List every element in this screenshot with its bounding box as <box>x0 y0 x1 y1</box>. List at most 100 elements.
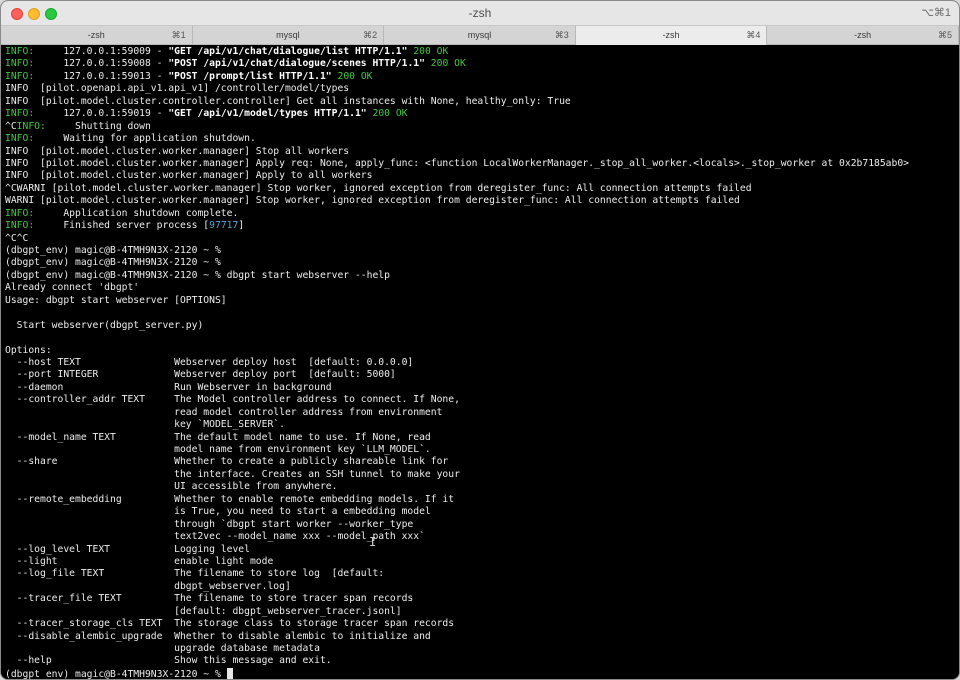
terminal-line: read model controller address from envir… <box>5 407 959 419</box>
terminal-text: --host TEXT Webserver deploy host [defau… <box>5 356 414 368</box>
terminal-text: 127.0.0.1:59008 - <box>34 58 169 70</box>
tab-3[interactable]: mysql ⌘3 <box>384 26 576 45</box>
terminal-line: INFO: 127.0.0.1:59009 - "GET /api/v1/cha… <box>5 46 959 58</box>
terminal-output[interactable]: INFO: 127.0.0.1:59009 - "GET /api/v1/cha… <box>1 45 959 680</box>
terminal-line: INFO [pilot.model.cluster.worker.manager… <box>5 158 959 170</box>
terminal-text: INFO [pilot.openapi.api_v1.api_v1] /cont… <box>5 83 350 95</box>
terminal-line: --help Show this message and exit. <box>5 655 959 667</box>
terminal-text: --port INTEGER Webserver deploy port [de… <box>5 369 396 381</box>
terminal-text: --share Whether to create a publicly sha… <box>5 456 449 468</box>
terminal-text: Shutting down <box>45 120 151 132</box>
window-shortcut: ⌥⌘1 <box>921 7 951 19</box>
tab-shortcut: ⌘2 <box>363 30 378 40</box>
terminal-text: ^C^C <box>5 232 29 244</box>
terminal-text: 200 OK <box>337 70 373 82</box>
terminal-text: INFO: <box>16 120 46 132</box>
terminal-line: the interface. Creates an SSH tunnel to … <box>5 469 959 481</box>
tab-5[interactable]: -zsh ⌘5 <box>767 26 959 45</box>
terminal-text: through `dbgpt start worker --worker_typ… <box>5 518 414 530</box>
window-title: -zsh <box>468 6 492 20</box>
terminal-text: Start webserver(dbgpt_server.py) <box>5 319 204 331</box>
tab-label: mysql <box>467 30 492 40</box>
terminal-line: --controller_addr TEXT The Model control… <box>5 394 959 406</box>
terminal-line: UI accessible from anywhere. <box>5 481 959 493</box>
terminal-line: upgrade database metadata <box>5 643 959 655</box>
terminal-line: INFO [pilot.model.cluster.worker.manager… <box>5 146 959 158</box>
terminal-line: ^CWARNI [pilot.model.cluster.worker.mana… <box>5 183 959 195</box>
tab-4[interactable]: -zsh ⌘4 <box>575 26 768 45</box>
terminal-line: --model_name TEXT The default model name… <box>5 432 959 444</box>
terminal-line: --tracer_file TEXT The filename to store… <box>5 593 959 605</box>
terminal-text: "GET /api/v1/model/types HTTP/1.1" <box>168 108 367 120</box>
terminal-cursor <box>226 667 233 679</box>
terminal-line: INFO [pilot.openapi.api_v1.api_v1] /cont… <box>5 83 959 95</box>
terminal-line: through `dbgpt start worker --worker_typ… <box>5 519 959 531</box>
tab-shortcut: ⌘1 <box>171 30 186 40</box>
terminal-text: (dbgpt_env) magic@B-4TMH9N3X-2120 ~ % db… <box>5 269 390 281</box>
terminal-text: INFO [pilot.model.cluster.controller.con… <box>5 95 571 107</box>
terminal-window: -zsh ⌥⌘1 -zsh ⌘1 mysql ⌘2 mysql ⌘3 -zsh … <box>0 0 960 680</box>
terminal-text: Finished server process [ <box>34 220 210 232</box>
terminal-line: model name from environment key `LLM_MOD… <box>5 444 959 456</box>
terminal-text: 127.0.0.1:59009 - <box>34 46 169 57</box>
terminal-text: Options: <box>5 344 52 356</box>
terminal-line: INFO: 127.0.0.1:59019 - "GET /api/v1/mod… <box>5 108 959 120</box>
terminal-line: [default: dbgpt_webserver_tracer.jsonl] <box>5 606 959 618</box>
terminal-line: INFO: 127.0.0.1:59013 - "POST /prompt/li… <box>5 71 959 83</box>
terminal-text: INFO [pilot.model.cluster.worker.manager… <box>5 157 910 169</box>
terminal-text: 200 OK <box>372 108 408 120</box>
tab-shortcut: ⌘5 <box>937 30 952 40</box>
title-bar[interactable]: -zsh ⌥⌘1 <box>1 1 959 26</box>
terminal-text: Already connect 'dbgpt' <box>5 282 140 294</box>
terminal-text: --tracer_storage_cls TEXT The storage cl… <box>5 618 455 630</box>
terminal-text: --tracer_file TEXT The filename to store… <box>5 593 414 605</box>
terminal-text: key `MODEL_SERVER`. <box>5 419 285 431</box>
terminal-line: dbgpt_webserver.log] <box>5 581 959 593</box>
terminal-line: --daemon Run Webserver in background <box>5 382 959 394</box>
terminal-text: INFO: <box>5 133 35 145</box>
terminal-text: 97717 <box>209 220 239 232</box>
terminal-text: --help Show this message and exit. <box>5 655 332 667</box>
terminal-line: (dbgpt_env) magic@B-4TMH9N3X-2120 ~ % <box>5 667 959 680</box>
terminal-text: INFO: <box>5 58 35 70</box>
terminal-line: INFO [pilot.model.cluster.worker.manager… <box>5 170 959 182</box>
terminal-line: WARNI [pilot.model.cluster.worker.manage… <box>5 195 959 207</box>
terminal-text: INFO: <box>5 220 35 232</box>
terminal-line: Options: <box>5 345 959 357</box>
terminal-text: dbgpt_webserver.log] <box>5 580 291 592</box>
terminal-text: --remote_embedding Whether to enable rem… <box>5 493 455 505</box>
terminal-line: --port INTEGER Webserver deploy port [de… <box>5 369 959 381</box>
terminal-text: INFO: <box>5 207 35 219</box>
terminal-text: WARNI [pilot.model.cluster.worker.manage… <box>5 195 740 207</box>
terminal-line: --remote_embedding Whether to enable rem… <box>5 494 959 506</box>
terminal-text: the interface. Creates an SSH tunnel to … <box>5 468 460 480</box>
terminal-text: "POST /prompt/list HTTP/1.1" <box>168 70 332 82</box>
terminal-line: --disable_alembic_upgrade Whether to dis… <box>5 631 959 643</box>
tab-label: -zsh <box>87 30 105 40</box>
tab-label: -zsh <box>854 30 872 40</box>
terminal-text: --disable_alembic_upgrade Whether to dis… <box>5 630 431 642</box>
tab-1[interactable]: -zsh ⌘1 <box>1 26 193 45</box>
terminal-text: INFO: <box>5 70 35 82</box>
terminal-text: Waiting for application shutdown. <box>34 133 256 145</box>
terminal-line: INFO: 127.0.0.1:59008 - "POST /api/v1/ch… <box>5 58 959 70</box>
terminal-text: (dbgpt_env) magic@B-4TMH9N3X-2120 ~ % <box>5 245 221 256</box>
terminal-line: INFO [pilot.model.cluster.controller.con… <box>5 96 959 108</box>
terminal-line: Usage: dbgpt start webserver [OPTIONS] <box>5 295 959 307</box>
terminal-text: ^C <box>5 120 17 132</box>
terminal-line: Start webserver(dbgpt_server.py) <box>5 320 959 332</box>
terminal-text: text2vec --model_name xxx --model_path x… <box>5 531 425 543</box>
terminal-text: INFO [pilot.model.cluster.worker.manager… <box>5 170 373 182</box>
terminal-text: (dbgpt_env) magic@B-4TMH9N3X-2120 ~ % <box>5 668 227 680</box>
terminal-line: (dbgpt_env) magic@B-4TMH9N3X-2120 ~ % <box>5 257 959 269</box>
terminal-line: key `MODEL_SERVER`. <box>5 419 959 431</box>
terminal-text: --model_name TEXT The default model name… <box>5 431 431 443</box>
terminal-line: (dbgpt_env) magic@B-4TMH9N3X-2120 ~ % <box>5 245 959 257</box>
terminal-text: Usage: dbgpt start webserver [OPTIONS] <box>5 294 227 306</box>
terminal-text: --log_file TEXT The filename to store lo… <box>5 568 385 580</box>
terminal-text: --controller_addr TEXT The Model control… <box>5 394 460 406</box>
terminal-line: --log_level TEXT Logging level <box>5 544 959 556</box>
tab-2[interactable]: mysql ⌘2 <box>193 26 385 45</box>
text-cursor-icon: I <box>369 535 377 549</box>
